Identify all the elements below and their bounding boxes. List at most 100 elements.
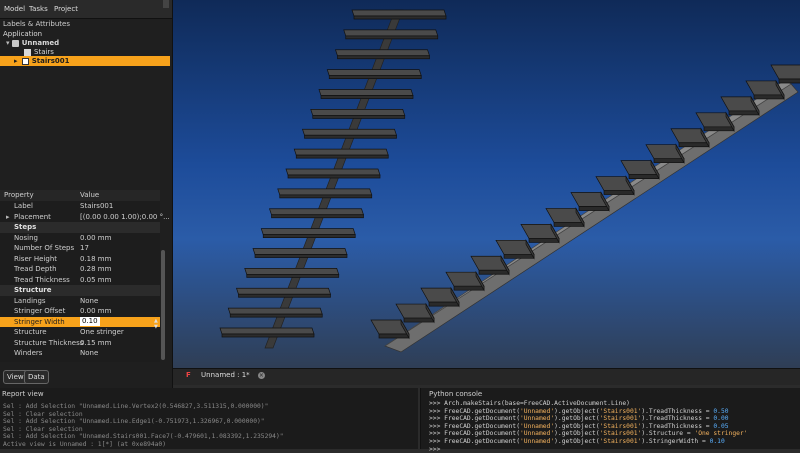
property-row[interactable]: Tread Depth 0.28 mm [0, 264, 160, 275]
3d-viewport[interactable] [173, 0, 800, 368]
code-token: 0.05 [713, 422, 729, 430]
property-value[interactable]: 0.00 mm [80, 306, 111, 317]
combo-view-panel: Model Tasks Project Labels & Attributes … [0, 0, 173, 390]
property-name: Winders [14, 349, 43, 357]
stepper-arrows-icon[interactable]: ▲ ▼ [154, 318, 158, 330]
code-token: 'Stairs001' [599, 438, 642, 445]
code-token: 'Stairs001' [599, 422, 642, 430]
property-row[interactable]: Nosing 0.00 mm [0, 233, 160, 244]
code-token: 0.10 [709, 438, 725, 445]
expand-arrow-icon[interactable]: ▸ [14, 57, 18, 65]
property-value[interactable]: None [80, 296, 98, 307]
property-row[interactable]: Structure One stringer [0, 327, 160, 338]
code-token: >>> FreeCAD.getDocument( [429, 415, 520, 423]
header-value: Value [80, 191, 100, 199]
property-value[interactable]: One stringer [80, 327, 124, 338]
expand-arrow-icon[interactable]: ▸ [6, 212, 10, 223]
code-token: 'Unnamed' [520, 415, 555, 423]
python-console-line: >>> FreeCAD.getDocument('Unnamed').getOb… [429, 423, 729, 430]
tread-edge-right [778, 78, 800, 84]
property-value[interactable]: 0.18 mm [80, 254, 111, 265]
property-value[interactable]: None [80, 348, 98, 359]
property-row[interactable]: Landings None [0, 296, 160, 307]
code-token: 'Unnamed' [520, 430, 555, 438]
tread-edge-right [678, 142, 710, 148]
stairs-3d-scene [219, 9, 800, 353]
tread-edge-left [246, 274, 340, 278]
property-row[interactable]: Stringer Width 0.10 [0, 316, 160, 327]
tread-left [244, 268, 340, 275]
document-tab-label: Unnamed : 1* [201, 371, 250, 379]
stairs-icon [24, 48, 31, 56]
tread-edge-left [295, 154, 389, 159]
tread-left [302, 128, 397, 136]
property-value[interactable]: 0.15 mm [80, 338, 111, 349]
tread-edge-right [728, 110, 760, 116]
stringer-right [384, 83, 799, 353]
property-header-row: Property Value [0, 190, 160, 201]
tread-edge-right [378, 333, 410, 339]
code-token: >>> FreeCAD.getDocument( [429, 438, 520, 445]
tread-edge-right [753, 94, 785, 100]
tab-project[interactable]: Project [54, 5, 78, 13]
property-name: Structure [14, 286, 52, 294]
tread-edge-left [345, 35, 439, 40]
code-token: ).StringerWidth = [641, 438, 710, 445]
tab-data[interactable]: Data [24, 370, 49, 384]
labels-attributes-header: Labels & Attributes [3, 20, 70, 28]
close-icon[interactable]: × [257, 372, 265, 379]
property-row[interactable]: Structure [0, 285, 160, 296]
report-view: Report view Sel : Add Selection "Unnamed… [0, 388, 418, 449]
property-value[interactable]: [(0.00 0.00 1.00);0.00 °... [80, 212, 170, 223]
report-line: Sel : Add Selection "Unnamed.Line.Vertex… [3, 403, 269, 410]
property-row[interactable]: Structure Thickness 0.15 mm [0, 338, 160, 349]
tread-edge-left [304, 134, 397, 139]
stairs-icon [21, 57, 29, 65]
document-tab[interactable]: F Unnamed : 1* × [186, 371, 265, 379]
python-console-line: >>> FreeCAD.getDocument('Unnamed').getOb… [429, 430, 747, 437]
code-token: ).getObject( [554, 422, 600, 430]
property-row[interactable]: Stringer Offset 0.00 mm [0, 306, 160, 317]
code-token: 'One stringer' [694, 430, 748, 438]
expand-arrow-icon[interactable]: ▾ [6, 39, 10, 47]
property-row[interactable]: Tread Thickness 0.05 mm [0, 275, 160, 286]
report-line: Sel : Add Selection "Unnamed.Line.Edge1(… [3, 418, 265, 426]
code-token: 0.50 [713, 407, 729, 415]
tread-edge-right [653, 158, 685, 164]
tread-left [252, 248, 348, 255]
code-token: ).getObject( [554, 415, 600, 423]
property-value[interactable]: 0.00 mm [80, 233, 111, 244]
tread-left [343, 29, 439, 37]
report-view-title: Report view [2, 390, 44, 398]
tree-item-label: Stairs [34, 48, 54, 56]
property-row[interactable]: Steps [0, 222, 160, 233]
property-value[interactable]: 0.05 mm [80, 275, 111, 286]
panel-scroll-button[interactable] [163, 0, 169, 8]
report-line: Sel : Add Selection "Unnamed.Stairs001.F… [3, 433, 284, 441]
tab-model[interactable]: Model [4, 5, 25, 13]
property-value[interactable]: 0.28 mm [80, 264, 111, 275]
property-row[interactable]: Riser Height 0.18 mm [0, 254, 160, 265]
property-value[interactable]: Stairs001 [80, 201, 113, 212]
property-scrollbar[interactable] [161, 250, 165, 360]
tree-item-stairs001[interactable]: ▸ Stairs001 [0, 56, 170, 66]
property-row[interactable]: Winders None [0, 348, 160, 359]
property-row[interactable]: Number Of Steps 17 [0, 243, 160, 254]
document-icon [11, 39, 19, 47]
property-row[interactable]: ▸ Placement [(0.00 0.00 1.00);0.00 °... [0, 212, 170, 223]
property-name: Tread Depth [14, 265, 57, 273]
code-token: 'Unnamed' [520, 422, 555, 430]
property-value[interactable]: 17 [80, 243, 89, 254]
property-row[interactable]: Label Stairs001 [0, 201, 160, 212]
tread-edge-left [312, 115, 406, 119]
property-value-input[interactable]: 0.10 [80, 317, 100, 326]
tread-edge-right [528, 238, 560, 243]
tread-edge-right [453, 285, 485, 291]
python-console[interactable]: Python console >>> Arch.makeStairs(base=… [420, 388, 800, 453]
header-property: Property [4, 191, 34, 199]
code-token: ).TreadThickness = [641, 407, 714, 415]
python-console-title: Python console [429, 390, 483, 398]
property-name: Stringer Width [14, 317, 65, 326]
report-line: Sel : Clear selection [3, 425, 83, 433]
tab-tasks[interactable]: Tasks [29, 5, 48, 13]
